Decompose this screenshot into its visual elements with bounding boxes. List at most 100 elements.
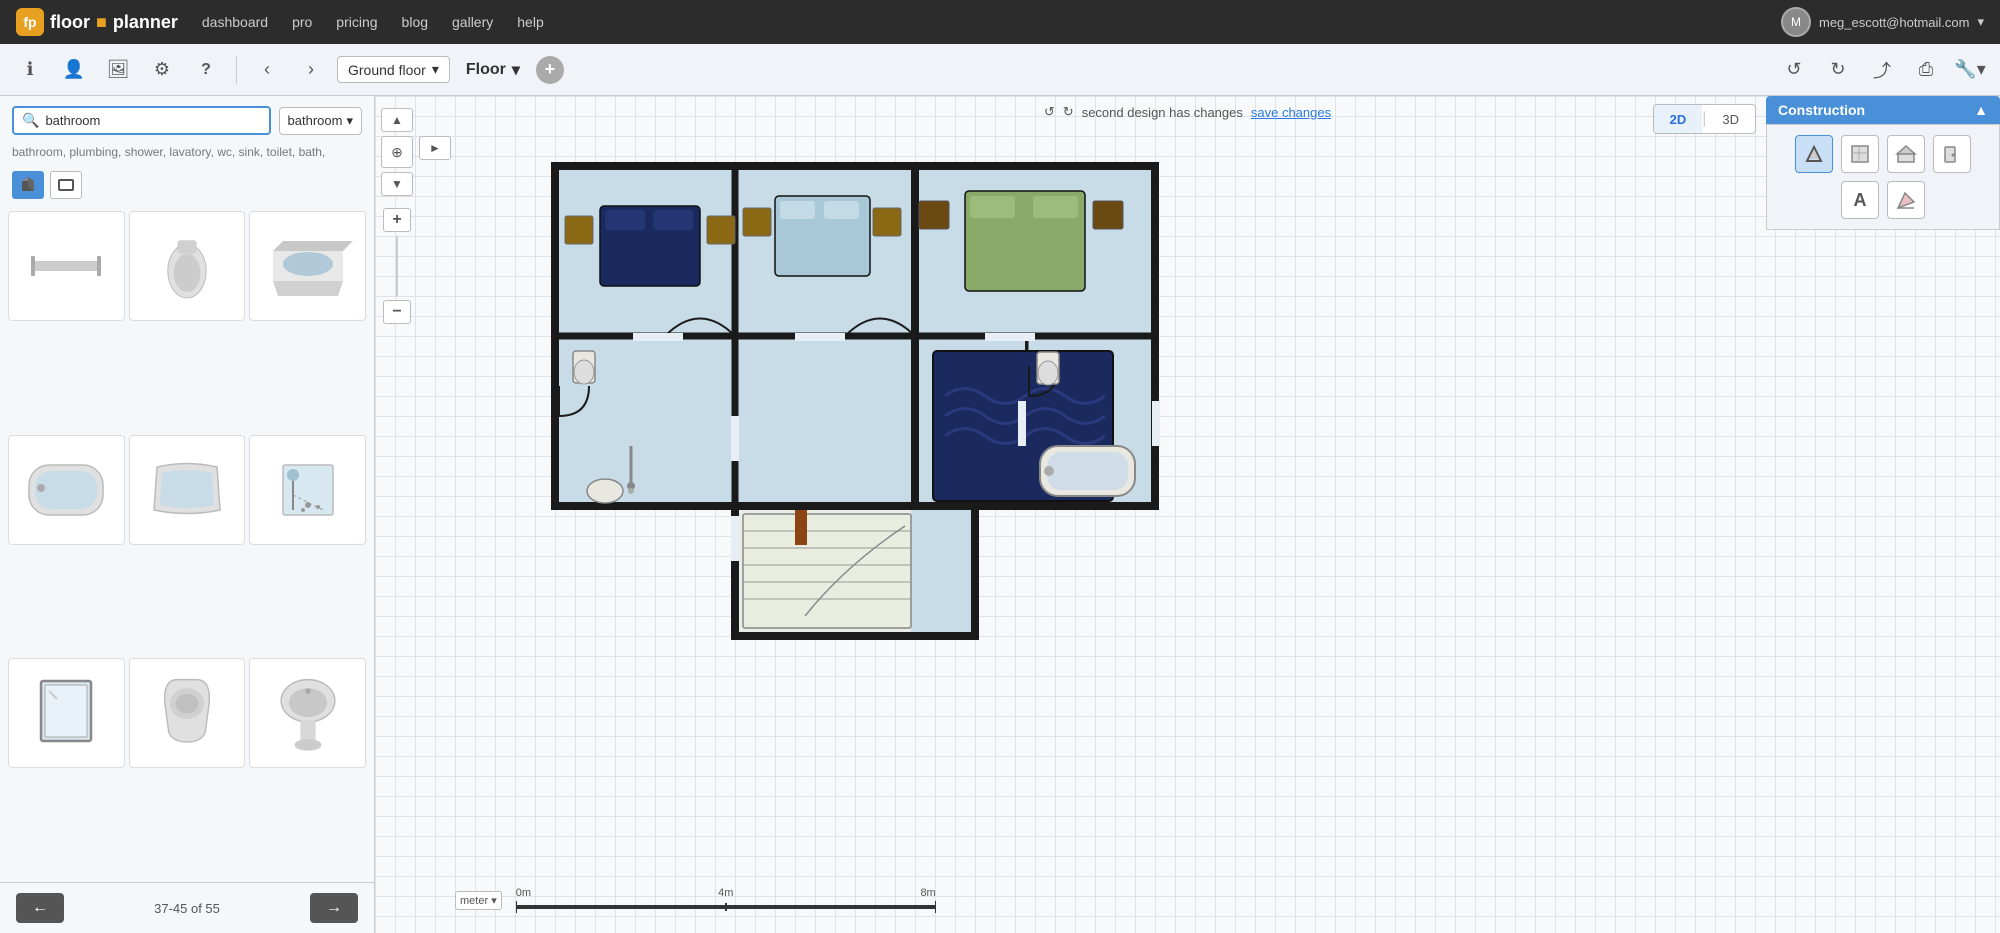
text-tool-button[interactable]: A [1841,181,1879,219]
print-button[interactable]: ⎙ [1908,52,1944,88]
view-3d-button[interactable]: 3D [1706,105,1755,133]
redo-button[interactable]: ↻ [1820,52,1856,88]
search-icon: 🔍 [22,112,39,129]
pan-center-button[interactable]: ⊕ [381,136,413,168]
wall-tool-button[interactable] [1795,135,1833,173]
ruler-bottom: meter ▾ 0m 4m 8m [455,887,936,913]
tools-arrow: ▾ [1977,59,1986,80]
settings-button[interactable]: ⚙ [144,52,180,88]
floor-selector[interactable]: Ground floor ▾ [337,56,450,83]
notif-text: second design has changes [1082,105,1243,120]
item-mirror[interactable] [8,658,125,768]
nav-next-button[interactable]: › [293,52,329,88]
ruler-dropdown-arrow: ▾ [491,895,497,907]
user-dropdown-arrow: ▾ [1977,14,1984,30]
person-icon: 👤 [63,59,85,80]
photo-button[interactable]: 🖼 [100,52,136,88]
top-navigation: fp floor ■ planner dashboard pro pricing… [0,0,2000,44]
category-label: bathroom [288,113,343,128]
nav-pricing[interactable]: pricing [336,14,377,30]
photo-icon: 🖼 [107,59,130,80]
zoom-controls: ▲ ◄ ⊕ ► ▼ + − [375,96,419,326]
door-tool-button[interactable] [1933,135,1971,173]
zoom-out-button[interactable]: − [383,300,411,324]
info-button[interactable]: ℹ [12,52,48,88]
logo-icon: fp [16,8,44,36]
separator-1 [236,56,237,84]
construction-title: Construction [1778,102,1865,118]
notif-undo-icon[interactable]: ↺ [1044,104,1055,120]
floor-tool-button[interactable] [1841,135,1879,173]
prev-page-button[interactable]: ← [16,893,64,923]
view-2d-button[interactable]: 2D [1654,105,1703,133]
person-button[interactable]: 👤 [56,52,92,88]
redo-icon: ↻ [1830,59,1845,80]
logo-floor-text: floor [50,12,90,33]
avatar: M [1781,7,1811,37]
pan-right-button[interactable]: ► [419,136,451,160]
canvas-area[interactable]: ▲ ◄ ⊕ ► ▼ + − ↺ ↻ second design has chan… [375,96,2000,933]
main-toolbar: ℹ 👤 🖼 ⚙ ? ‹ › Ground floor ▾ Floor ▾ + ↺… [0,44,2000,96]
erase-tool-button[interactable] [1887,181,1925,219]
item-urinal[interactable] [129,658,246,768]
view-flat-button[interactable] [50,171,82,199]
pan-down-button[interactable]: ▼ [381,172,413,196]
ruler-line [516,901,936,913]
help-button[interactable]: ? [188,52,224,88]
zoom-in-button[interactable]: + [383,208,411,232]
nav-prev-icon: ‹ [264,59,270,80]
construction-header[interactable]: Construction ▲ [1766,96,2000,124]
floor-type-selector[interactable]: Floor ▾ [458,56,528,84]
prev-icon: ← [32,899,48,916]
construction-panel: Construction ▲ [1766,96,2000,230]
search-input[interactable] [45,113,260,128]
logo-bullet: ■ [96,12,107,33]
nav-help[interactable]: help [517,14,543,30]
category-dropdown[interactable]: bathroom ▾ [279,107,362,135]
undo-button[interactable]: ↺ [1776,52,1812,88]
info-icon: ℹ [27,59,34,80]
item-bathtub-top-2[interactable] [129,435,246,545]
nav-blog[interactable]: blog [402,14,428,30]
pagination: ← 37-45 of 55 → [0,882,374,933]
nav-next-icon: › [308,59,314,80]
category-arrow: ▾ [346,113,353,129]
item-sink-pedestal[interactable] [249,658,366,768]
next-icon: → [326,899,342,916]
search-area: 🔍 bathroom ▾ [0,96,374,145]
tools-icon: 🔧 [1954,59,1976,80]
pan-up-button[interactable]: ▲ [381,108,413,132]
view-3d-button[interactable] [12,171,44,199]
nav-pro[interactable]: pro [292,14,312,30]
tools-button[interactable]: 🔧 ▾ [1952,52,1988,88]
nav-dashboard[interactable]: dashboard [202,14,268,30]
add-floor-button[interactable]: + [536,56,564,84]
construction-collapse-icon: ▲ [1974,102,1988,118]
search-tags: bathroom, plumbing, shower, lavatory, wc… [0,145,374,167]
app-logo[interactable]: fp floor ■ planner [16,8,178,36]
notif-redo-icon[interactable]: ↻ [1063,104,1074,120]
logo-planner-text: planner [113,12,178,33]
share-button[interactable]: ⤴ [1864,52,1900,88]
item-bathtub-3d[interactable] [249,211,366,321]
ruler-mark-0: 0m [516,887,531,899]
view-toggles [0,167,374,207]
search-box: 🔍 [12,106,271,135]
item-bidet[interactable] [129,211,246,321]
help-icon: ? [201,61,211,79]
floor-type-label: Floor [466,61,506,79]
nav-prev-button[interactable]: ‹ [249,52,285,88]
roof-tool-button[interactable] [1887,135,1925,173]
floor-plan-svg[interactable] [425,136,1185,656]
user-menu[interactable]: M meg_escott@hotmail.com ▾ [1781,7,1984,37]
item-bathtub-top-1[interactable] [8,435,125,545]
next-page-button[interactable]: → [310,893,358,923]
nav-gallery[interactable]: gallery [452,14,493,30]
item-towel-rail[interactable] [8,211,125,321]
ruler-unit-selector[interactable]: meter ▾ [455,891,502,910]
save-changes-link[interactable]: save changes [1251,105,1331,120]
share-icon: ⤴ [1873,57,1891,83]
user-email: meg_escott@hotmail.com [1819,15,1969,30]
left-sidebar: 🔍 bathroom ▾ bathroom, plumbing, shower,… [0,96,375,933]
item-shower[interactable] [249,435,366,545]
